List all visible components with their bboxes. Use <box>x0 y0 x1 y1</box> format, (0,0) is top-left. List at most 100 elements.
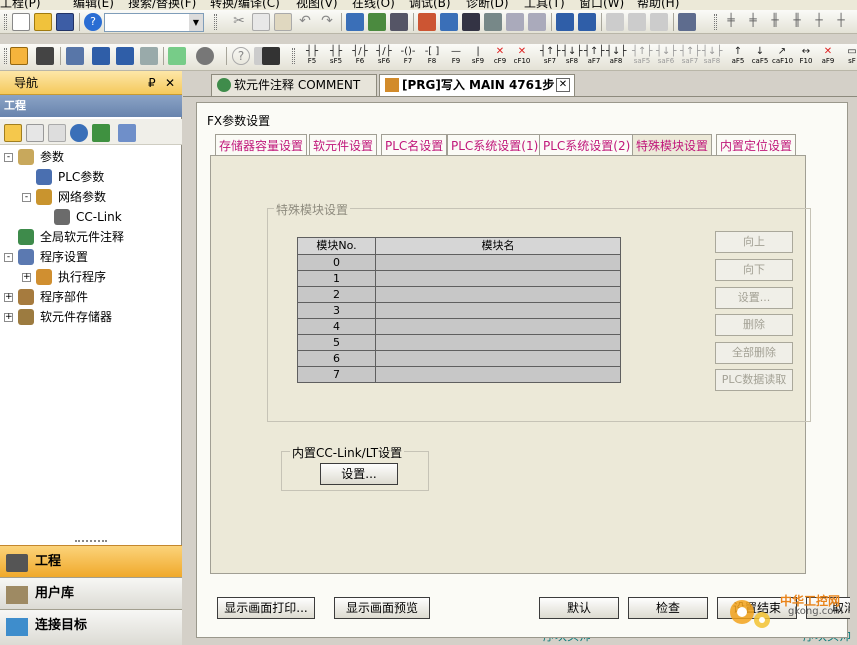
tab-device-settings[interactable]: 软元件设置 <box>309 134 378 156</box>
delete-all-button[interactable]: 全部删除 <box>715 342 793 364</box>
sort-icon[interactable] <box>118 124 136 142</box>
expand-icon[interactable]: + <box>22 273 31 282</box>
ladder-line2-icon[interactable]: ┼ <box>832 13 850 31</box>
pin-icon[interactable]: ₽ <box>148 71 156 95</box>
help-icon[interactable]: ? <box>84 13 102 31</box>
paste-icon[interactable] <box>274 13 292 31</box>
table-row[interactable]: 0 <box>297 254 621 271</box>
zoom-icon[interactable] <box>196 47 214 65</box>
collapse-icon[interactable]: - <box>4 153 13 162</box>
monitor-mode-icon[interactable] <box>506 13 524 31</box>
ladder-key-f8[interactable]: -[ ] F8 <box>422 46 442 66</box>
ladder-delete-icon[interactable]: ╪ <box>744 13 762 31</box>
close-icon[interactable]: ✕ <box>165 71 175 95</box>
menu-diagnose[interactable]: 诊断(D) <box>466 0 509 10</box>
menu-convert[interactable]: 转换/编译(C) <box>210 0 280 10</box>
module-name-cell[interactable] <box>375 366 621 383</box>
menu-tools[interactable]: 工具(T) <box>524 0 565 10</box>
ladder-key-caf10[interactable]: ↗ caF10 <box>772 46 793 66</box>
table-row[interactable]: 1 <box>297 270 621 287</box>
move-up-button[interactable]: 向上 <box>715 231 793 253</box>
module-name-cell[interactable] <box>375 270 621 287</box>
module-name-cell[interactable] <box>375 318 621 335</box>
ladder-key-sf5[interactable]: ┤├ sF5 <box>326 46 346 66</box>
ladder-insert-icon[interactable]: ╪ <box>722 13 740 31</box>
list-mode-icon[interactable] <box>36 47 54 65</box>
properties-icon[interactable] <box>70 124 88 142</box>
collapse-icon[interactable]: - <box>22 193 31 202</box>
ladder-key-cf10[interactable]: ✕ cF10 <box>512 46 532 66</box>
tab-builtin-positioning[interactable]: 内置定位设置 <box>716 134 797 156</box>
ladder-row-icon[interactable]: ╫ <box>766 13 784 31</box>
table-row[interactable]: 4 <box>297 318 621 335</box>
remote-icon[interactable] <box>484 13 502 31</box>
refresh-icon[interactable] <box>92 124 110 142</box>
view-icon[interactable] <box>168 47 186 65</box>
tab-plc-system-2[interactable]: PLC系统设置(2) <box>539 134 635 156</box>
dev-batch-icon[interactable] <box>578 13 596 31</box>
verify-icon[interactable] <box>462 13 480 31</box>
module-no-cell[interactable]: 5 <box>297 334 376 351</box>
ladder-key-f10[interactable]: ↔ F10 <box>796 46 816 66</box>
toolbar-combo[interactable]: ▼ <box>104 13 204 32</box>
ladder-key-cf9[interactable]: ✕ cF9 <box>490 46 510 66</box>
ladder-key-saf5[interactable]: ┤↑├ saF5 <box>632 46 652 66</box>
new-item-icon[interactable] <box>4 124 22 142</box>
ladder-key-saf8[interactable]: ┤↓├ saF8 <box>702 46 722 66</box>
menu-view[interactable]: 视图(V) <box>296 0 338 10</box>
ladder-col-icon[interactable]: ╫ <box>788 13 806 31</box>
nav-tab-project[interactable]: 工程 <box>0 545 182 577</box>
cc-link-settings-button[interactable]: 设置... <box>320 463 398 485</box>
tab-plc-system-1[interactable]: PLC系统设置(1) <box>447 134 543 156</box>
ladder-key-f5[interactable]: ┤├ F5 <box>302 46 322 66</box>
module-name-cell[interactable] <box>375 334 621 351</box>
table-row[interactable]: 2 <box>297 286 621 303</box>
module-no-cell[interactable]: 7 <box>297 366 376 383</box>
menu-window[interactable]: 窗口(W) <box>579 0 624 10</box>
nav-tab-connection[interactable]: 连接目标 <box>0 609 182 645</box>
ladder-key-af9[interactable]: ✕ aF9 <box>818 46 838 66</box>
ladder-key-sf6[interactable]: ┤/├ sF6 <box>374 46 394 66</box>
ladder-key-sf9[interactable]: | sF9 <box>468 46 488 66</box>
menu-help[interactable]: 帮助(H) <box>637 0 679 10</box>
paste-item-icon[interactable] <box>48 124 66 142</box>
statement-icon[interactable] <box>628 13 646 31</box>
read-plc-icon[interactable] <box>418 13 436 31</box>
comment-icon[interactable] <box>606 13 624 31</box>
expand-icon[interactable]: + <box>4 293 13 302</box>
expand-icon[interactable]: + <box>4 313 13 322</box>
ladder-key-f6[interactable]: ┤/├ F6 <box>350 46 370 66</box>
tab-close-icon[interactable]: ✕ <box>556 78 570 92</box>
ladder-key-af7[interactable]: ┤↑├ aF7 <box>584 46 604 66</box>
tab-memory-capacity[interactable]: 存储器容量设置 <box>215 134 308 156</box>
ladder-key-sf7[interactable]: ┤↑├ sF7 <box>540 46 560 66</box>
copy-item-icon[interactable] <box>26 124 44 142</box>
note-icon[interactable] <box>650 13 668 31</box>
undo-icon[interactable]: ↶ <box>296 13 314 31</box>
write-plc-icon[interactable] <box>440 13 458 31</box>
module-no-cell[interactable]: 1 <box>297 270 376 287</box>
tab-plc-name[interactable]: PLC名设置 <box>381 134 448 156</box>
device-icon[interactable] <box>346 13 364 31</box>
chevron-down-icon[interactable]: ▼ <box>189 14 203 31</box>
table-row[interactable]: 3 <box>297 302 621 319</box>
save-icon[interactable] <box>56 13 74 31</box>
delete-button[interactable]: 删除 <box>715 314 793 336</box>
module-no-cell[interactable]: 6 <box>297 350 376 367</box>
module-no-cell[interactable]: 0 <box>297 254 376 271</box>
module-name-cell[interactable] <box>375 286 621 303</box>
toolbar-grip[interactable] <box>4 14 7 30</box>
ladder-key-caf5[interactable]: ↓ caF5 <box>750 46 770 66</box>
menu-online[interactable]: 在线(O) <box>352 0 395 10</box>
ladder-key-f9[interactable]: — F9 <box>446 46 466 66</box>
menu-edit[interactable]: 编辑(E) <box>73 0 114 10</box>
dev-icon-3[interactable] <box>140 47 158 65</box>
table-row[interactable]: 6 <box>297 350 621 367</box>
module-no-cell[interactable]: 2 <box>297 286 376 303</box>
binoculars-icon[interactable] <box>262 47 280 65</box>
module-name-cell[interactable] <box>375 254 621 271</box>
monitor-icon[interactable] <box>368 13 386 31</box>
menu-debug[interactable]: 调试(B) <box>409 0 451 10</box>
write-icon[interactable] <box>390 13 408 31</box>
copy-icon[interactable] <box>252 13 270 31</box>
